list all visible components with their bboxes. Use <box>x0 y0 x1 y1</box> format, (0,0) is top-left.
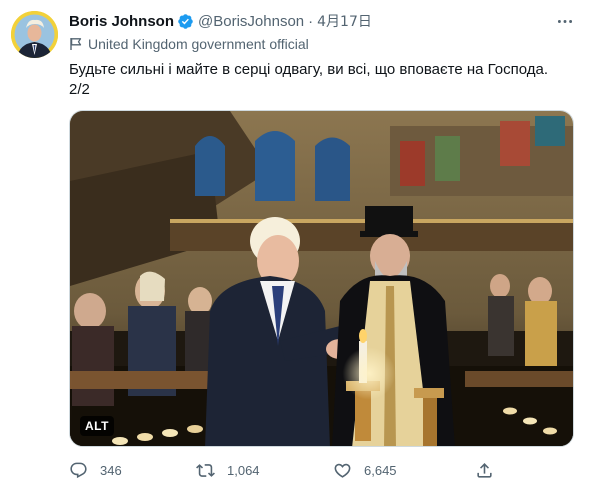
account-label-text: United Kingdom government official <box>88 36 309 52</box>
author-name[interactable]: Boris Johnson <box>69 13 174 30</box>
share-button[interactable] <box>475 459 506 481</box>
reply-icon <box>70 462 87 478</box>
government-flag-icon <box>70 38 82 50</box>
reply-button[interactable]: 346 <box>69 459 122 481</box>
account-label[interactable]: United Kingdom government official <box>69 35 309 53</box>
tweet-date[interactable]: 4月17日 <box>317 11 372 31</box>
tweet-text: Будьте сильні і майте в серці одвагу, ви… <box>69 60 579 100</box>
author-avatar[interactable] <box>11 11 58 58</box>
tweet-photo[interactable]: ALT <box>69 110 574 447</box>
verified-badge-icon <box>178 13 193 29</box>
reply-count: 346 <box>100 462 122 478</box>
retweet-icon <box>196 463 215 477</box>
tweet-text-line: 2/2 <box>69 81 90 98</box>
tweet-text-line: Будьте сильні і майте в серці одвагу, ви… <box>69 61 548 78</box>
more-options-button[interactable] <box>555 12 575 30</box>
alt-text-badge[interactable]: ALT <box>80 416 114 436</box>
tweet[interactable]: Boris Johnson @BorisJohnson · 4月17日 Unit… <box>0 0 591 488</box>
like-count: 6,645 <box>364 462 397 478</box>
separator-dot: · <box>308 12 314 30</box>
more-options-icon <box>557 19 573 23</box>
like-button[interactable]: 6,645 <box>333 459 397 481</box>
tweet-actions: 346 1,064 6,645 <box>69 459 509 481</box>
retweet-count: 1,064 <box>227 462 260 478</box>
church-candle-photo <box>70 111 573 446</box>
tweet-header: Boris Johnson @BorisJohnson · 4月17日 <box>69 11 372 31</box>
retweet-button[interactable]: 1,064 <box>196 459 260 481</box>
avatar-portrait <box>11 11 58 58</box>
share-icon <box>477 462 492 478</box>
author-handle[interactable]: @BorisJohnson <box>198 13 304 30</box>
like-icon <box>334 463 351 478</box>
